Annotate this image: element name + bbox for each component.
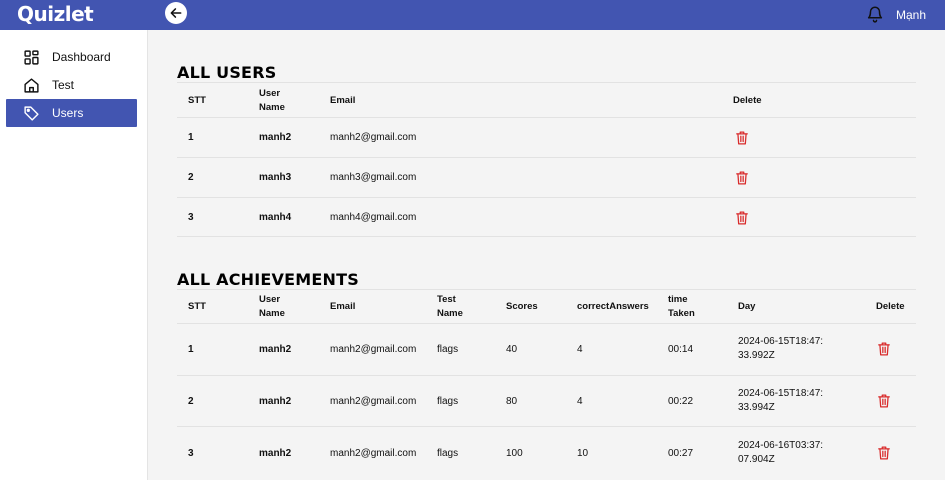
cell-email: manh2@gmail.com — [330, 448, 417, 459]
trash-icon[interactable] — [877, 445, 891, 461]
top-bar: Quizlet Mạnh — [0, 0, 945, 30]
cell-testname: flags — [437, 448, 459, 459]
column-header-testname: Test Name — [437, 294, 463, 319]
cell-correct-answers: 4 — [577, 344, 583, 355]
cell-stt: 3 — [188, 448, 194, 459]
achievements-section-title: ALL ACHIEVEMENTS — [177, 270, 359, 289]
sidebar-item-dashboard[interactable]: Dashboard — [6, 43, 137, 71]
cell-email: manh2@gmail.com — [330, 396, 417, 407]
tag-icon — [22, 104, 40, 122]
cell-username: manh2 — [259, 396, 292, 407]
cell-stt: 2 — [188, 172, 194, 183]
table-row: 3 manh4 manh4@gmail.com — [177, 197, 916, 237]
sidebar: Dashboard Test Users — [0, 30, 148, 480]
column-header-email: Email — [330, 95, 356, 106]
cell-stt: 1 — [188, 132, 194, 143]
cell-testname: flags — [437, 396, 459, 407]
home-icon — [22, 76, 40, 94]
column-header-stt: STT — [188, 95, 206, 106]
cell-email: manh4@gmail.com — [330, 212, 417, 223]
cell-email: manh3@gmail.com — [330, 172, 417, 183]
cell-scores: 40 — [506, 344, 518, 355]
back-button[interactable] — [165, 2, 187, 24]
cell-day: 2024-06-16T03:37:07.904Z — [738, 440, 824, 465]
sidebar-item-label: Test — [52, 78, 75, 92]
cell-username: manh3 — [259, 172, 292, 183]
trash-icon[interactable] — [735, 210, 749, 226]
cell-day: 2024-06-15T18:47:33.994Z — [738, 388, 824, 413]
table-row: 1 manh2 manh2@gmail.com flags 40 4 00:14… — [177, 323, 916, 375]
column-header-scores: Scores — [506, 301, 538, 312]
column-header-username: User Name — [259, 88, 285, 113]
cell-day: 2024-06-15T18:47:33.992Z — [738, 336, 824, 361]
arrow-left-icon — [170, 8, 182, 18]
bell-icon[interactable] — [866, 4, 884, 24]
trash-icon[interactable] — [877, 341, 891, 357]
table-row: 1 manh2 manh2@gmail.com — [177, 117, 916, 157]
cell-time-taken: 00:27 — [668, 448, 694, 459]
sidebar-item-label: Users — [52, 106, 84, 120]
sidebar-item-label: Dashboard — [52, 50, 111, 64]
cell-correct-answers: 10 — [577, 448, 589, 459]
column-header-day: Day — [738, 301, 756, 312]
cell-email: manh2@gmail.com — [330, 132, 417, 143]
cell-stt: 2 — [188, 396, 194, 407]
column-header-email: Email — [330, 301, 356, 312]
table-row: 2 manh2 manh2@gmail.com flags 80 4 00:22… — [177, 375, 916, 426]
cell-email: manh2@gmail.com — [330, 344, 417, 355]
sidebar-item-test[interactable]: Test — [6, 71, 137, 99]
column-header-correct-answers: correctAnswers — [577, 301, 649, 312]
cell-username: manh2 — [259, 344, 292, 355]
trash-icon[interactable] — [735, 130, 749, 146]
table-header: STT User Name Email Test Name Scores cor… — [177, 289, 916, 323]
users-section-title: ALL USERS — [177, 63, 277, 82]
cell-time-taken: 00:14 — [668, 344, 694, 355]
table-row: 2 manh3 manh3@gmail.com — [177, 157, 916, 197]
dashboard-icon — [22, 48, 40, 66]
app-logo[interactable]: Quizlet — [17, 2, 94, 26]
cell-stt: 3 — [188, 212, 194, 223]
user-name[interactable]: Mạnh — [896, 8, 926, 22]
cell-correct-answers: 4 — [577, 396, 583, 407]
table-row: 3 manh2 manh2@gmail.com flags 100 10 00:… — [177, 426, 916, 480]
cell-username: manh2 — [259, 132, 292, 143]
cell-scores: 100 — [506, 448, 523, 459]
column-header-username: User Name — [259, 294, 285, 319]
cell-scores: 80 — [506, 396, 518, 407]
cell-username: manh4 — [259, 212, 292, 223]
trash-icon[interactable] — [877, 393, 891, 409]
column-header-stt: STT — [188, 301, 206, 312]
main-content: ALL USERS STT User Name Email Delete 1 m… — [149, 30, 945, 480]
trash-icon[interactable] — [735, 170, 749, 186]
column-header-time-taken: time Taken — [668, 294, 695, 319]
cell-testname: flags — [437, 344, 459, 355]
table-header: STT User Name Email Delete — [177, 82, 916, 117]
cell-time-taken: 00:22 — [668, 396, 694, 407]
cell-stt: 1 — [188, 344, 194, 355]
column-header-delete: Delete — [876, 301, 905, 312]
column-header-delete: Delete — [733, 95, 762, 106]
cell-username: manh2 — [259, 448, 292, 459]
sidebar-item-users[interactable]: Users — [6, 99, 137, 127]
